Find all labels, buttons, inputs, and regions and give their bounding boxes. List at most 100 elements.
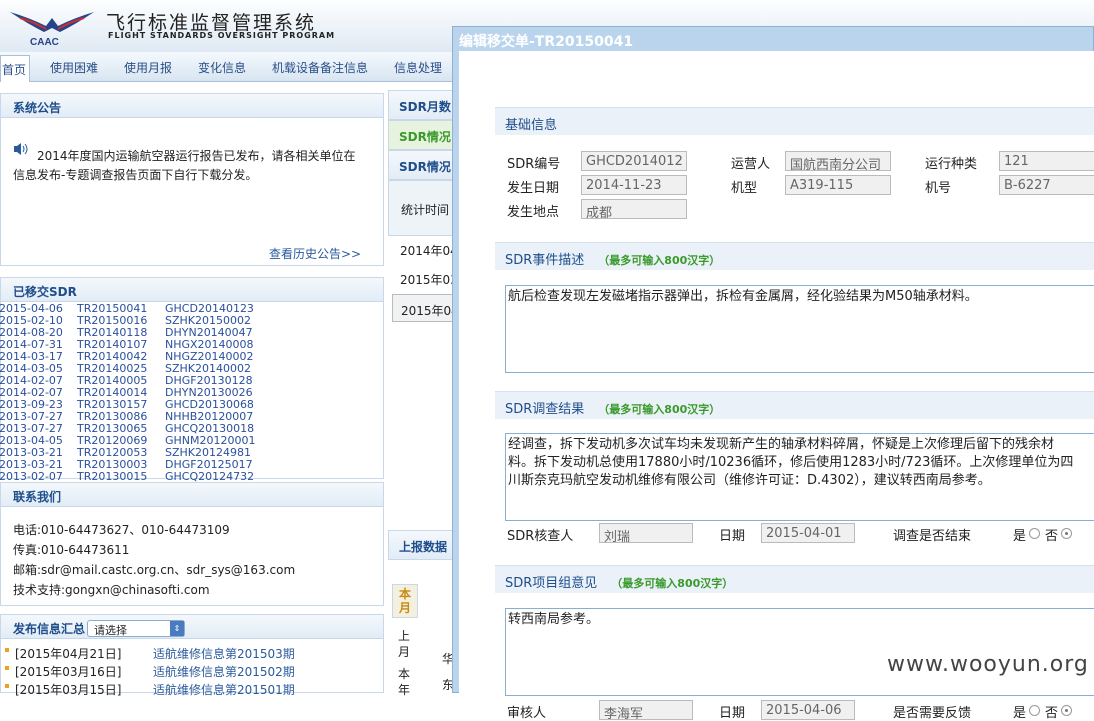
reg-label: 机号 xyxy=(925,181,952,196)
announcement-line1: 2014年度国内运输航空器运行报告已发布，请各相关单位在 xyxy=(37,149,356,163)
opinion-text: 转西南局参考。 xyxy=(508,612,600,627)
section-result-title: SDR调查结果 xyxy=(505,402,585,417)
nav-home[interactable]: 首页 xyxy=(0,55,30,82)
contact-email: 邮箱:sdr@mail.castc.org.cn、sdr_sys@163.com xyxy=(13,563,296,577)
reviewer-label: 审核人 xyxy=(507,706,547,721)
section-opinion-title: SDR项目组意见 xyxy=(505,576,598,591)
publish-link-1[interactable]: 适航维修信息第201503期 xyxy=(153,645,295,662)
result-line2: 料。拆下发动机总使用17880小时/10236循环，修后使用1283小时/723… xyxy=(508,455,1074,470)
section-event-title: SDR事件描述 xyxy=(505,253,585,268)
announcement-title: 系统公告 xyxy=(1,94,383,118)
place-field[interactable]: 成都 xyxy=(581,199,687,219)
event-description-textarea[interactable]: 航后检查发现左发磁堵指示器弹出，拆检有金属屑，经化验结果为M50轴承材料。 xyxy=(505,285,1094,373)
reg-field[interactable]: B-6227 xyxy=(999,175,1094,195)
logo-text: CAAC xyxy=(30,37,59,48)
contact-support: 技术支持:gongxn@chinasofti.com xyxy=(13,583,210,597)
publish-date-1: [2015年04月21日] xyxy=(15,647,122,661)
tab-this-year[interactable]: 本年 xyxy=(398,666,412,698)
tab-last-month[interactable]: 上月 xyxy=(398,628,412,660)
result-date-label: 日期 xyxy=(719,529,746,544)
feedback-no-label: 否 xyxy=(1045,706,1059,721)
middle-column: SDR月数 SDR情况 SDR情况 统计时间 2014年04 2015年03 2… xyxy=(388,90,460,697)
result-hint: （最多可输入800汉字） xyxy=(598,403,721,416)
publish-select-value: 请选择 xyxy=(94,624,127,637)
main-nav: 首页 使用困难 使用月报 变化信息 机载设备备注信息 信息处理 xyxy=(0,52,460,82)
tab-sdr-monthly[interactable]: SDR月数 xyxy=(388,90,460,120)
operator-label: 运营人 xyxy=(731,157,771,172)
operator-field[interactable]: 国航西南分公司 xyxy=(785,151,891,171)
publish-link-2[interactable]: 适航维修信息第201502期 xyxy=(153,663,295,680)
reviewer-field[interactable]: 李海军 xyxy=(599,700,693,720)
announcement-line2: 信息发布-专题调查报告页面下自行下载分发。 xyxy=(13,168,258,182)
chevron-updown-icon: ⇕ xyxy=(170,621,184,636)
sdr-no-label: SDR编号 xyxy=(507,157,561,172)
publish-select[interactable]: 请选择 ⇕ xyxy=(87,620,185,637)
result-line3: 川斯奈克玛航空发动机维修有限公司（维修许可证：D.4302），建议转西南局参考。 xyxy=(508,473,991,488)
feedback-yes-radio[interactable] xyxy=(1029,705,1040,716)
opinion-hint: （最多可输入800汉字） xyxy=(611,577,734,590)
result-textarea[interactable]: 经调查，拆下发动机多次试车均未发现新产生的轴承材料碎屑，怀疑是上次修理后留下的残… xyxy=(505,433,1094,521)
optype-label: 运行种类 xyxy=(925,157,978,172)
stat-row-3[interactable]: 2015年04 xyxy=(392,294,460,322)
contact-title: 联系我们 xyxy=(1,483,383,507)
sdr-transferred-title: 已移交SDR xyxy=(1,278,383,302)
date-label: 发生日期 xyxy=(507,181,560,196)
dialog-body: 基础信息 SDR编号 GHCD2014012 运营人 国航西南分公司 运行种类 … xyxy=(459,51,1094,721)
survey-no-label: 否 xyxy=(1045,529,1059,544)
announcement-panel: 系统公告 2014年度国内运输航空器运行报告已发布，请各相关单位在 信息发布-专… xyxy=(0,93,384,266)
nav-processing[interactable]: 信息处理 xyxy=(394,59,442,76)
bullet-icon xyxy=(5,684,9,688)
opinion-date-field[interactable]: 2015-04-06 xyxy=(761,700,855,720)
app-subtitle: FLIGHT STANDARDS OVERSIGHT PROGRAM xyxy=(108,31,336,40)
model-field[interactable]: A319-115 xyxy=(785,175,891,195)
survey-no-radio[interactable] xyxy=(1061,528,1072,539)
publish-panel: 发布信息汇总 请选择 ⇕ [2015年04月21日] 适航维修信息第201503期… xyxy=(0,614,384,697)
opinion-date-label: 日期 xyxy=(719,706,746,721)
nav-difficulty[interactable]: 使用困难 xyxy=(50,59,98,76)
event-description-text: 航后检查发现左发磁堵指示器弹出，拆检有金属屑，经化验结果为M50轴承材料。 xyxy=(508,289,978,304)
stat-row-2: 2015年03 xyxy=(400,273,458,287)
result-date-field[interactable]: 2015-04-01 xyxy=(761,523,855,543)
edit-transfer-dialog: 编辑移交单-TR20150041 基础信息 SDR编号 GHCD2014012 … xyxy=(452,26,1094,721)
event-hint: （最多可输入800汉字） xyxy=(598,254,721,267)
section-event: SDR事件描述 （最多可输入800汉字） xyxy=(495,242,1094,270)
feedback-no-radio[interactable] xyxy=(1061,705,1072,716)
contact-panel: 联系我们 电话:010-64473627、010-64473109 传真:010… xyxy=(0,482,384,606)
bullet-icon xyxy=(5,648,9,652)
tab-sdr-status-2[interactable]: SDR情况 xyxy=(388,150,460,180)
publish-link-3[interactable]: 适航维修信息第201501期 xyxy=(153,681,295,698)
publish-date-2: [2015年03月16日] xyxy=(15,665,122,679)
speaker-icon xyxy=(14,143,28,155)
section-basic: 基础信息 xyxy=(495,107,1094,135)
stat-row-1: 2014年04 xyxy=(400,244,458,258)
col-stat-time: 统计时间 xyxy=(388,180,460,236)
section-basic-title: 基础信息 xyxy=(505,118,558,133)
publish-date-3: [2015年03月15日] xyxy=(15,683,122,697)
contact-phone: 电话:010-64473627、010-64473109 xyxy=(13,523,230,537)
place-label: 发生地点 xyxy=(507,205,560,220)
section-opinion: SDR项目组意见 （最多可输入800汉字） xyxy=(495,565,1094,593)
nav-equipment[interactable]: 机载设备备注信息 xyxy=(272,59,368,76)
optype-field[interactable]: 121 xyxy=(999,151,1094,171)
caac-logo-icon: CAAC xyxy=(10,12,94,48)
survey-yes-radio[interactable] xyxy=(1029,528,1040,539)
tab-sdr-status[interactable]: SDR情况 xyxy=(388,120,460,150)
sdr-transferred-panel: 已移交SDR 2015-04-06 TR20150041 GHCD20140123 2… xyxy=(0,277,384,519)
section-result: SDR调查结果 （最多可输入800汉字） xyxy=(495,391,1094,419)
tab-this-month[interactable]: 本月 xyxy=(392,584,418,618)
date-field[interactable]: 2014-11-23 xyxy=(581,175,687,195)
model-label: 机型 xyxy=(731,181,758,196)
survey-yes-label: 是 xyxy=(1013,529,1027,544)
publish-title: 发布信息汇总 xyxy=(1,615,383,639)
announcement-history-link[interactable]: 查看历史公告>> xyxy=(269,245,361,262)
report-data-title: 上报数据 xyxy=(388,530,460,560)
contact-fax: 传真:010-64473611 xyxy=(13,543,130,557)
watermark: www.wooyun.org xyxy=(887,652,1089,677)
survey-ended-label: 调查是否结束 xyxy=(893,529,972,544)
nav-monthly[interactable]: 使用月报 xyxy=(124,59,172,76)
checker-field[interactable]: 刘瑞 xyxy=(599,523,693,543)
result-line1: 经调查，拆下发动机多次试车均未发现新产生的轴承材料碎屑，怀疑是上次修理后留下的残… xyxy=(508,437,1055,452)
feedback-label: 是否需要反馈 xyxy=(893,706,972,721)
sdr-no-field[interactable]: GHCD2014012 xyxy=(581,151,687,171)
nav-changes[interactable]: 变化信息 xyxy=(198,59,246,76)
